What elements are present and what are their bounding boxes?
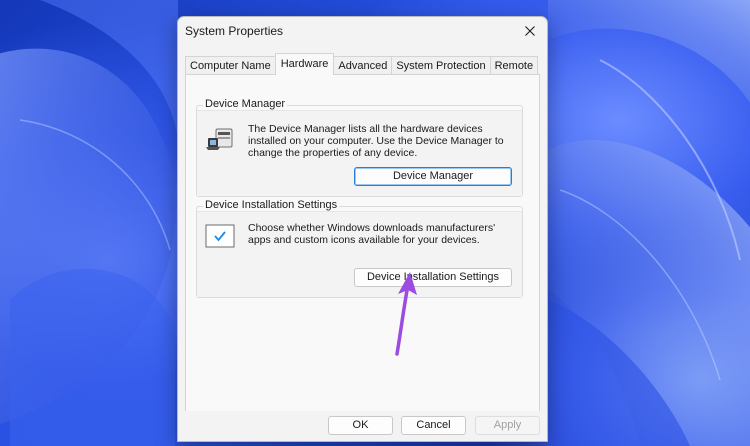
arrow-icon (395, 272, 417, 356)
tab-hardware[interactable]: Hardware (274, 53, 335, 75)
